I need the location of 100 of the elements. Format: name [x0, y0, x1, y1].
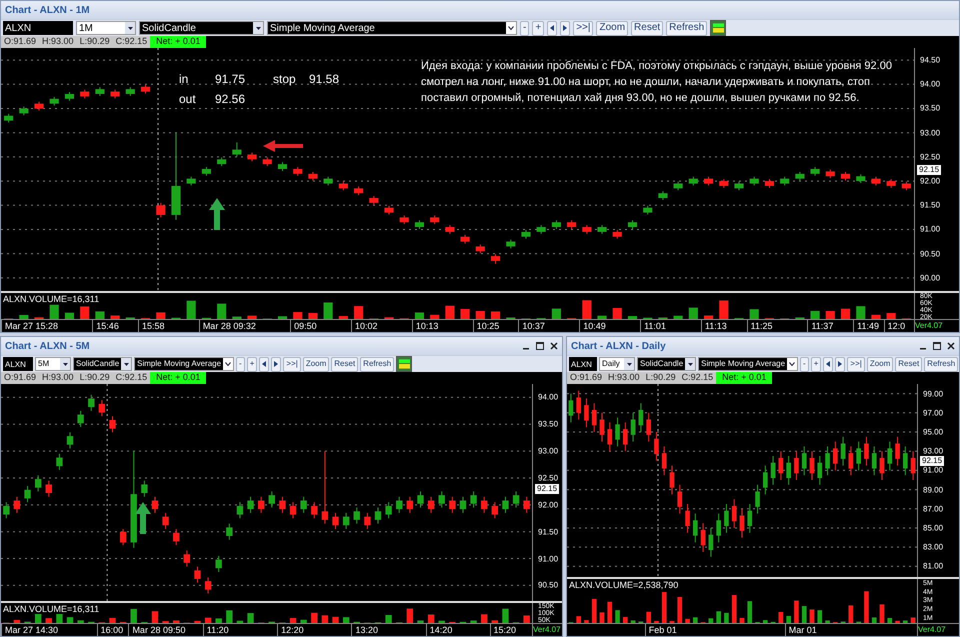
candle	[396, 496, 402, 514]
candle	[615, 417, 620, 447]
scroll-left-button[interactable]	[823, 356, 834, 372]
candle	[430, 214, 440, 225]
candle	[638, 402, 644, 432]
toolbar-button[interactable]: >>|	[573, 20, 594, 36]
chart-style-dropdown[interactable]: SolidCandle	[139, 21, 264, 35]
candle	[24, 486, 31, 503]
candle	[324, 176, 333, 186]
chart-style-dropdown[interactable]: SolidCandle	[73, 357, 132, 371]
time-axis-label: Mar 28 09:50	[128, 624, 186, 636]
scroll-right-button[interactable]	[271, 356, 282, 372]
time-axis-label: 11:25	[746, 320, 772, 332]
toolbar-button[interactable]: Reset	[631, 20, 664, 36]
time-axis-label: 11:20	[202, 624, 229, 636]
price-axis-label: 92.50	[919, 152, 940, 162]
scroll-left-button[interactable]	[547, 20, 558, 36]
time-axis-label: 11:13	[700, 320, 727, 332]
symbol-field[interactable]: ALXN	[569, 357, 597, 371]
chevron-down-icon	[225, 362, 232, 366]
indicator-dropdown[interactable]: Simple Moving Average	[134, 357, 234, 371]
toolbar-button[interactable]: >>|	[847, 356, 865, 372]
candle	[778, 450, 784, 480]
candle	[476, 244, 485, 254]
close-icon[interactable]	[550, 342, 558, 350]
interval-dropdown[interactable]: 5M	[35, 357, 71, 371]
scroll-right-button[interactable]	[835, 356, 846, 372]
toolbar-button[interactable]: Refresh	[666, 20, 708, 36]
candle	[598, 224, 607, 234]
window-title: Chart - ALXN - Daily	[571, 340, 666, 354]
time-axis-label: 09:50	[290, 320, 317, 332]
maximize-icon[interactable]	[536, 342, 544, 350]
symbol-field[interactable]: ALXN	[3, 21, 73, 35]
candle	[670, 465, 674, 495]
candle	[763, 465, 768, 495]
toolbar-button[interactable]: >>|	[283, 356, 301, 372]
chart-style-dropdown[interactable]: SolidCandle	[637, 357, 696, 371]
close-icon[interactable]	[947, 342, 955, 350]
candle	[300, 496, 307, 514]
candle	[19, 106, 28, 116]
scroll-left-button[interactable]	[259, 356, 270, 372]
interval-dropdown[interactable]: 1M	[76, 21, 136, 35]
quote-value: L:90.29	[80, 371, 110, 384]
candle	[98, 400, 106, 417]
toolbar-button[interactable]: Zoom	[866, 356, 894, 372]
candle	[755, 484, 760, 514]
step-button[interactable]: +	[246, 356, 258, 372]
price-axis-label: 92.00	[919, 176, 940, 186]
caret-down-icon	[62, 362, 68, 366]
maximize-icon[interactable]	[933, 342, 941, 350]
symbol-field[interactable]: ALXN	[3, 357, 33, 371]
scroll-right-button[interactable]	[560, 20, 570, 36]
candle	[3, 502, 10, 519]
toolbar-button[interactable]: Reset	[331, 356, 358, 372]
price-axis-label: 85.00	[922, 523, 944, 532]
candle	[646, 412, 651, 442]
candle	[354, 507, 360, 524]
time-axis-label: Mar 28 09:32	[198, 320, 256, 332]
toolbar-chart-button[interactable]	[396, 356, 412, 372]
candle	[88, 394, 94, 412]
interval-dropdown[interactable]: Daily	[599, 357, 635, 371]
candle	[311, 502, 318, 519]
candle	[810, 166, 820, 176]
candle	[833, 441, 838, 471]
toolbar-button[interactable]: Refresh	[360, 356, 394, 372]
candle	[848, 446, 854, 476]
toolbar-button[interactable]: Zoom	[302, 356, 330, 372]
trade-note: 91.75	[215, 71, 246, 88]
step-button[interactable]: -	[520, 20, 530, 36]
step-button[interactable]: -	[800, 356, 809, 372]
candle	[871, 176, 881, 186]
trade-comment: Идея входа: у компании проблемы с FDA, поэтому открылась с гэпдаун, выше уровня 92.00 смотрел на лонг, ниже 91.00 на шорт, но не дошли, начали удерживать и покупать, стоп поставил огромный, потенциал хай дня 93.00, но не дошли, вышел ручками по 92.56.	[421, 59, 893, 106]
candle	[46, 480, 52, 498]
indicator-dropdown[interactable]: Simple Moving Average	[698, 357, 798, 371]
indicator-dropdown[interactable]: Simple Moving Average	[267, 21, 517, 35]
candle	[685, 503, 690, 534]
step-button[interactable]: -	[236, 356, 245, 372]
candle	[902, 181, 911, 191]
candle	[864, 436, 869, 466]
toolbar-button[interactable]: Zoom	[596, 20, 628, 36]
candle	[693, 513, 698, 543]
candle	[110, 89, 120, 99]
candle	[490, 254, 500, 264]
caret-right-icon	[274, 361, 278, 367]
candle	[417, 490, 424, 508]
price-tag: 92.15	[535, 484, 560, 494]
candle	[4, 113, 14, 124]
candle	[886, 178, 896, 188]
candle	[658, 190, 668, 200]
candle	[406, 496, 414, 514]
toolbar-button[interactable]: Refresh	[924, 356, 958, 372]
net-change-badge: Net: + 0.01	[716, 372, 772, 384]
step-button[interactable]: +	[810, 356, 822, 372]
candle	[794, 450, 799, 480]
window-title: Chart - ALXN - 1M	[5, 4, 90, 18]
quote-value: H:93.00	[608, 371, 640, 384]
candle	[795, 171, 804, 182]
step-button[interactable]: +	[532, 20, 544, 36]
toolbar-chart-button[interactable]	[710, 20, 726, 36]
toolbar-button[interactable]: Reset	[895, 356, 922, 372]
